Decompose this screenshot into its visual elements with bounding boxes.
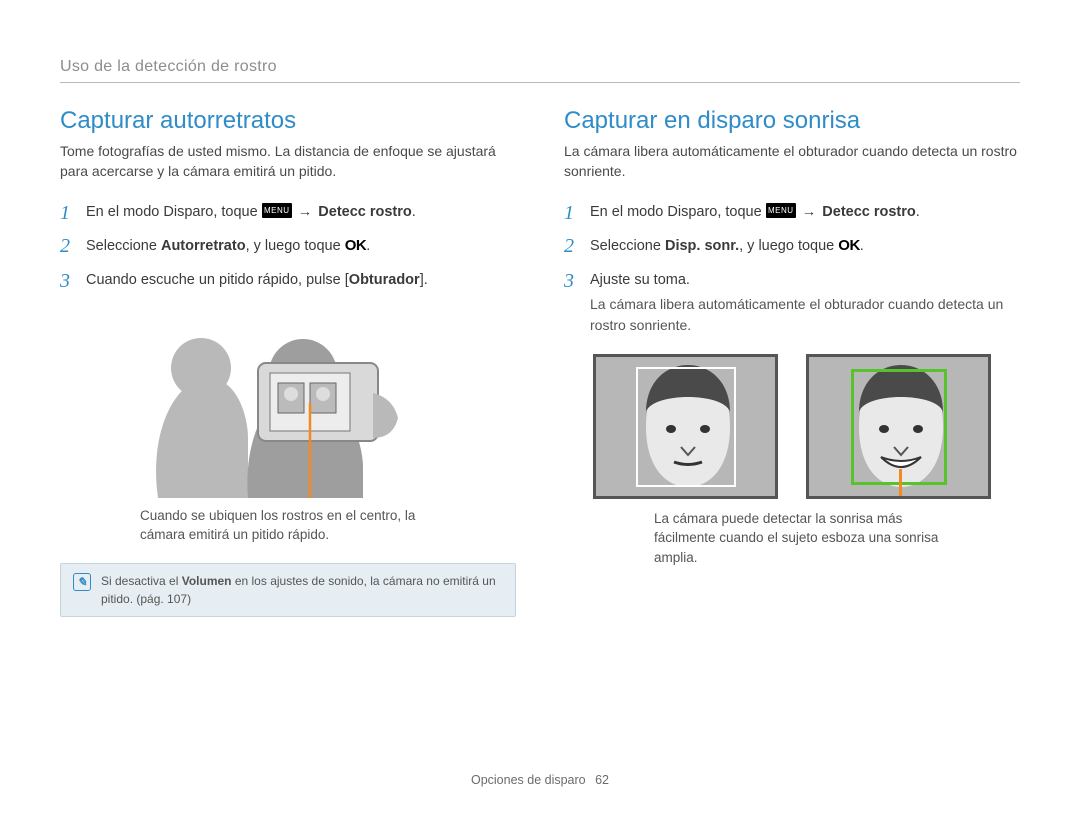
step-text-part: Seleccione [590,238,665,254]
step-text-part: Ajuste su toma. [590,272,690,288]
step-text-part: En el modo Disparo, toque [86,204,262,220]
step-text-suffix: ]. [420,272,428,288]
heading-self-portraits: Capturar autorretratos [60,107,516,135]
step-item: 1 En el modo Disparo, toque MENU → Detec… [564,196,1020,230]
note-box: ✎ Si desactiva el Volumen en los ajustes… [60,563,516,617]
lead-text: Tome fotografías de usted mismo. La dist… [60,141,516,182]
manual-page: Uso de la detección de rostro Capturar a… [0,0,1080,815]
page-footer: Opciones de disparo 62 [0,773,1080,787]
illustration-self-portrait [138,308,438,498]
menu-icon: MENU [766,203,796,218]
step-item: 1 En el modo Disparo, toque MENU → Detec… [60,196,516,230]
steps-list: 1 En el modo Disparo, toque MENU → Detec… [60,196,516,298]
arrow-right-icon: → [802,202,817,224]
steps-list: 1 En el modo Disparo, toque MENU → Detec… [564,196,1020,342]
step-text-part: Seleccione [86,238,161,254]
note-text-bold: Volumen [182,574,232,588]
step-text-bold: Disp. sonr. [665,238,739,254]
illustration-smile-compare [564,354,1020,499]
step-number: 2 [60,231,70,261]
page-number: 62 [595,773,609,787]
step-number: 3 [564,266,574,296]
column-right: Capturar en disparo sonrisa La cámara li… [564,107,1020,617]
step-text-bold: Obturador [349,272,420,288]
step-text-bold: Detecc rostro [822,204,915,220]
illustration-caption: La cámara puede detectar la sonrisa más … [654,509,964,568]
step-number: 1 [60,198,70,228]
step-subtext: La cámara libera automáticamente el obtu… [590,294,1020,336]
note-text: Si desactiva el Volumen en los ajustes d… [101,572,503,608]
step-text-part: Cuando escuche un pitido rápido, pulse [ [86,272,349,288]
step-text-bold: Autorretrato [161,238,246,254]
step-number: 2 [564,231,574,261]
step-text-suffix: . [412,204,416,220]
breadcrumb: Uso de la detección de rostro [60,58,1020,76]
step-text-suffix: . [860,238,864,254]
ok-icon: OK [345,235,367,258]
step-text-suffix: . [916,204,920,220]
step-text-part: En el modo Disparo, toque [590,204,766,220]
step-item: 2 Seleccione Disp. sonr., y luego toque … [564,229,1020,264]
step-text-part: , y luego toque [739,238,838,254]
step-item: 2 Seleccione Autorretrato, y luego toque… [60,229,516,264]
ok-icon: OK [838,235,860,258]
arrow-right-icon: → [298,202,313,224]
illustration-caption: Cuando se ubiquen los rostros en el cent… [140,506,460,545]
note-text-part: Si desactiva el [101,574,182,588]
callout-line [899,469,902,499]
step-text-bold: Detecc rostro [318,204,411,220]
self-portrait-drawing [138,308,438,498]
detection-box-green [851,369,947,485]
step-text-part: , y luego toque [246,238,345,254]
heading-smile-shot: Capturar en disparo sonrisa [564,107,1020,135]
step-item: 3 Cuando escuche un pitido rápido, pulse… [60,264,516,298]
menu-icon: MENU [262,203,292,218]
step-item: 3 Ajuste su toma. La cámara libera autom… [564,264,1020,342]
step-number: 3 [60,266,70,296]
footer-section: Opciones de disparo [471,773,586,787]
divider [60,82,1020,83]
frame-smiling-face [806,354,991,499]
column-left: Capturar autorretratos Tome fotografías … [60,107,516,617]
detection-box-white [636,367,736,487]
note-icon: ✎ [73,573,91,591]
frame-neutral-face [593,354,778,499]
step-text-suffix: . [366,238,370,254]
content-columns: Capturar autorretratos Tome fotografías … [60,107,1020,617]
step-number: 1 [564,198,574,228]
lead-text: La cámara libera automáticamente el obtu… [564,141,1020,182]
